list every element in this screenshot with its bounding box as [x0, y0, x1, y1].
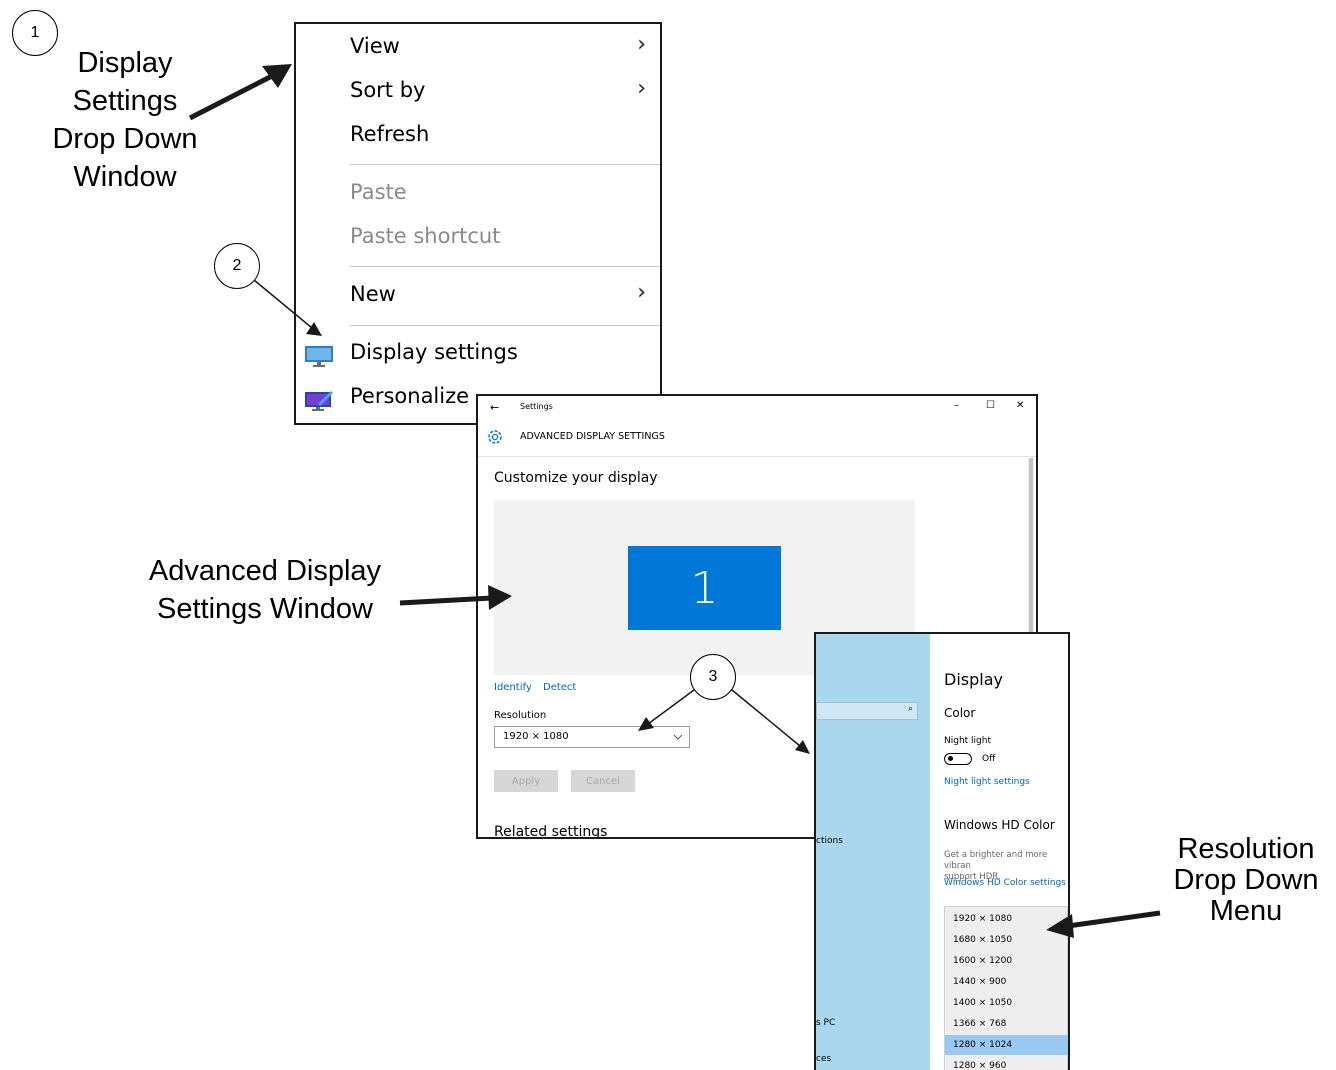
callout-3: 3 — [690, 654, 736, 700]
leader-callout-3 — [638, 689, 810, 754]
annotation-arrows — [188, 64, 1161, 938]
leader-callout-2 — [253, 279, 322, 336]
arrow-to-resolution-dropdown — [1046, 910, 1161, 938]
arrow-to-context-menu — [188, 64, 292, 121]
arrow-to-advanced-window — [399, 585, 512, 610]
